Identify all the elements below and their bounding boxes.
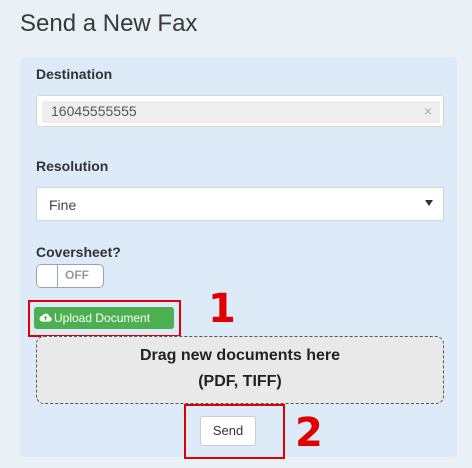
destination-field[interactable]: 16045555555 × <box>36 95 444 127</box>
dropzone-instruction: Drag new documents here <box>139 347 341 364</box>
upload-document-button[interactable]: Upload Document <box>34 307 174 329</box>
destination-label: Destination <box>36 66 113 82</box>
resolution-label: Resolution <box>36 158 109 174</box>
document-dropzone[interactable]: Drag new documents here (PDF, TIFF) <box>36 336 444 404</box>
coversheet-toggle[interactable]: OFF <box>36 264 104 288</box>
caret-down-icon <box>425 200 433 206</box>
resolution-select[interactable]: Fine <box>36 187 444 221</box>
clear-icon[interactable]: × <box>424 103 432 119</box>
annotation-number-2: 2 <box>295 410 323 456</box>
resolution-selected-value: Fine <box>49 197 77 213</box>
annotation-number-1: 1 <box>208 286 236 332</box>
toggle-state-text: OFF <box>65 268 89 282</box>
coversheet-label: Coversheet? <box>36 244 121 260</box>
toggle-knob <box>37 265 58 287</box>
page-title: Send a New Fax <box>20 10 198 37</box>
destination-value: 16045555555 <box>51 103 137 119</box>
upload-document-label: Upload Document <box>54 311 151 325</box>
send-button[interactable]: Send <box>200 416 256 446</box>
cloud-upload-icon <box>39 313 52 322</box>
dropzone-file-types: (PDF, TIFF) <box>198 373 282 390</box>
destination-chip[interactable]: 16045555555 × <box>42 101 440 123</box>
